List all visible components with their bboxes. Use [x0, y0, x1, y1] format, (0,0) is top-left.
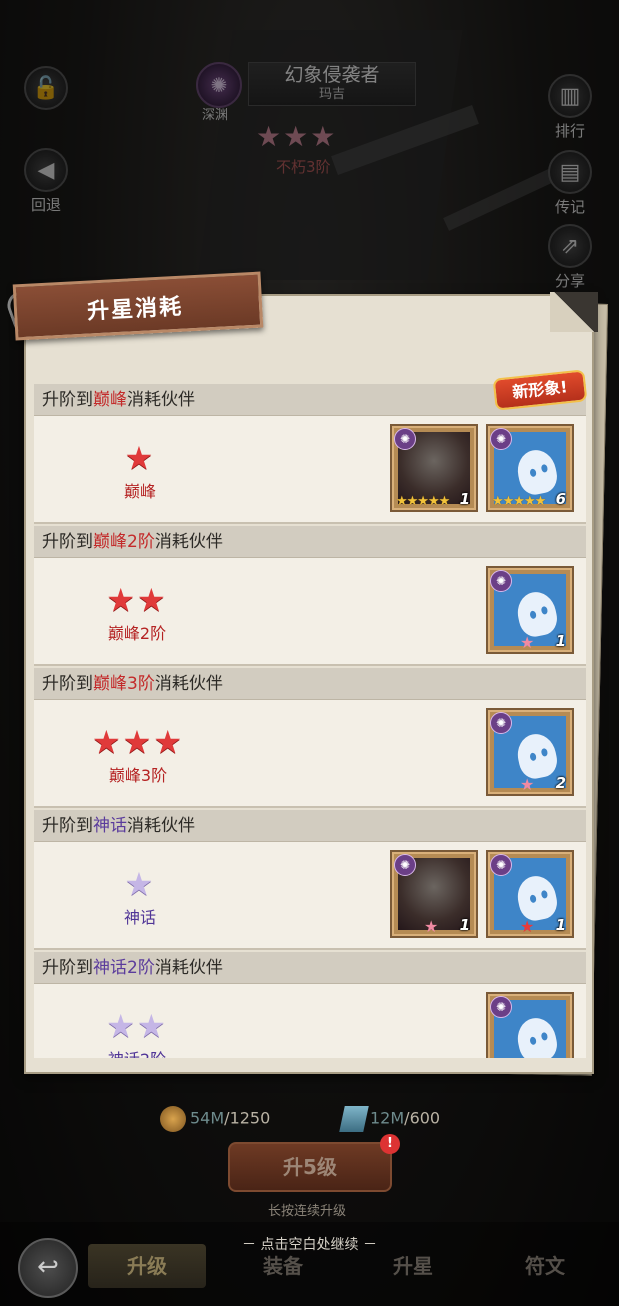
hero-card[interactable]: ✺ ★★★★★ 1 — [390, 424, 478, 512]
ticket-need: /600 — [404, 1108, 441, 1128]
rank-stars: ★★★ — [91, 723, 185, 761]
ghost-eye — [529, 610, 537, 620]
hold-hint: 长按连续升级 — [268, 1204, 347, 1219]
rank-stars: ★★ — [106, 581, 168, 619]
ghost-eye — [529, 894, 537, 904]
gold-need: /1250 — [224, 1108, 271, 1128]
card-stars: ★ — [520, 633, 535, 652]
header-suffix: 消耗伙伴 — [154, 532, 223, 552]
faction-icon: ✺ — [490, 570, 512, 592]
card-count: 1 — [555, 916, 566, 934]
ghost-icon — [513, 730, 561, 782]
header-rank: 巅峰 — [93, 390, 127, 410]
folded-corner — [550, 292, 598, 332]
card-count: 6 — [555, 490, 566, 508]
card-stars: ★ — [424, 917, 439, 936]
faction-icon: ✺ — [490, 996, 512, 1018]
section-body: ★ 神话 ✺ ★ 1 ✺ ★ 1 — [34, 842, 586, 950]
section-body: ★★★ 巅峰3阶 ✺ ★ 2 — [34, 700, 586, 808]
generic-card[interactable]: ✺ ★ 1 — [486, 850, 574, 938]
upgrade-button[interactable]: 升5级 — [228, 1142, 392, 1192]
faction-icon: ✺ — [490, 854, 512, 876]
section-body: ★★ 神话2阶 ✺ ★ 1 — [34, 984, 586, 1058]
generic-card[interactable]: ✺ ★★★★★ 6 — [486, 424, 574, 512]
cost-list[interactable]: 升阶到巅峰消耗伙伴 ★ 巅峰 ✺ ★★★★★ 1 ✺ ★★★★★ 6 升阶到巅峰… — [34, 384, 586, 1058]
ticket-have: 12M — [370, 1108, 405, 1128]
rank-stars: ★ — [124, 865, 156, 903]
faction-icon: ✺ — [490, 428, 512, 450]
header-prefix: 升阶到 — [42, 390, 93, 410]
card-count: 1 — [459, 916, 470, 934]
cost-section: 升阶到神话2阶消耗伙伴 ★★ 神话2阶 ✺ ★ 1 — [34, 952, 586, 1058]
ghost-eye — [540, 1031, 549, 1041]
rank-label: 巅峰2阶 — [107, 624, 167, 643]
ghost-eye — [540, 889, 549, 899]
ghost-icon — [513, 446, 561, 498]
tap-to-continue-hint: － 点击空白处继续 － — [242, 1237, 377, 1253]
card-count: 2 — [555, 774, 566, 792]
star-up-cost-panel[interactable]: 升阶到巅峰消耗伙伴 ★ 巅峰 ✺ ★★★★★ 1 ✺ ★★★★★ 6 升阶到巅峰… — [24, 292, 598, 1074]
cost-section: 升阶到巅峰3阶消耗伙伴 ★★★ 巅峰3阶 ✺ ★ 2 — [34, 668, 586, 810]
alert-badge: ! — [380, 1134, 400, 1154]
card-count: 1 — [459, 490, 470, 508]
card-count: 1 — [555, 632, 566, 650]
ghost-icon — [513, 588, 561, 640]
card-stars: ★★★★★ — [396, 494, 450, 509]
header-suffix: 消耗伙伴 — [154, 958, 223, 978]
faction-icon: ✺ — [490, 712, 512, 734]
gold-have: 54M — [190, 1108, 225, 1128]
header-rank: 巅峰3阶 — [93, 674, 155, 694]
header-prefix: 升阶到 — [42, 958, 93, 978]
section-header: 升阶到巅峰2阶消耗伙伴 — [34, 526, 586, 558]
card-stars: ★ — [520, 775, 535, 794]
header-rank: 神话 — [93, 816, 127, 836]
ghost-icon — [513, 1014, 561, 1058]
rank-label: 巅峰3阶 — [108, 766, 168, 785]
panel-title: 升星消耗 — [86, 294, 184, 325]
ticket-icon — [339, 1106, 369, 1132]
cost-section: 升阶到神话消耗伙伴 ★ 神话 ✺ ★ 1 ✺ ★ 1 — [34, 810, 586, 952]
rank-label: 神话2阶 — [92, 1046, 182, 1058]
generic-card[interactable]: ✺ ★ 2 — [486, 708, 574, 796]
card-stars: ★★★★★ — [492, 494, 546, 509]
header-suffix: 消耗伙伴 — [127, 816, 195, 836]
header-prefix: 升阶到 — [42, 674, 93, 694]
ghost-eye — [529, 1036, 537, 1046]
ticket-resource: 12M/600 — [339, 1106, 441, 1132]
generic-card[interactable]: ✺ ★ 1 — [486, 566, 574, 654]
section-header: 升阶到神话消耗伙伴 — [34, 810, 586, 842]
header-prefix: 升阶到 — [42, 532, 93, 552]
section-body: ★★ 巅峰2阶 ✺ ★ 1 — [34, 558, 586, 666]
ghost-eye — [529, 752, 537, 762]
rank-label: 神话 — [123, 908, 156, 927]
ghost-eye — [540, 747, 549, 757]
rank-label: 巅峰 — [123, 482, 156, 501]
header-rank: 神话2阶 — [93, 958, 155, 978]
header-prefix: 升阶到 — [42, 816, 93, 836]
ghost-eye — [540, 463, 549, 473]
ghost-eye — [529, 468, 537, 478]
ghost-icon — [513, 872, 561, 924]
faction-icon: ✺ — [394, 428, 416, 450]
header-suffix: 消耗伙伴 — [127, 390, 195, 410]
rank-stars: ★ — [124, 439, 156, 477]
card-stars: ★ — [520, 917, 535, 936]
coin-icon — [160, 1106, 186, 1132]
ghost-eye — [540, 605, 549, 615]
section-body: ★ 巅峰 ✺ ★★★★★ 1 ✺ ★★★★★ 6 — [34, 416, 586, 524]
header-rank: 巅峰2阶 — [93, 532, 155, 552]
header-suffix: 消耗伙伴 — [154, 674, 223, 694]
hero-card[interactable]: ✺ ★ 1 — [390, 850, 478, 938]
gold-resource: 54M/1250 — [160, 1106, 270, 1132]
generic-card[interactable]: ✺ ★ 1 — [486, 992, 574, 1058]
cost-section: 升阶到巅峰2阶消耗伙伴 ★★ 巅峰2阶 ✺ ★ 1 — [34, 526, 586, 668]
section-header: 升阶到巅峰3阶消耗伙伴 — [34, 668, 586, 700]
section-header: 升阶到神话2阶消耗伙伴 — [34, 952, 586, 984]
faction-icon: ✺ — [394, 854, 416, 876]
rank-stars: ★★ — [106, 1007, 168, 1045]
